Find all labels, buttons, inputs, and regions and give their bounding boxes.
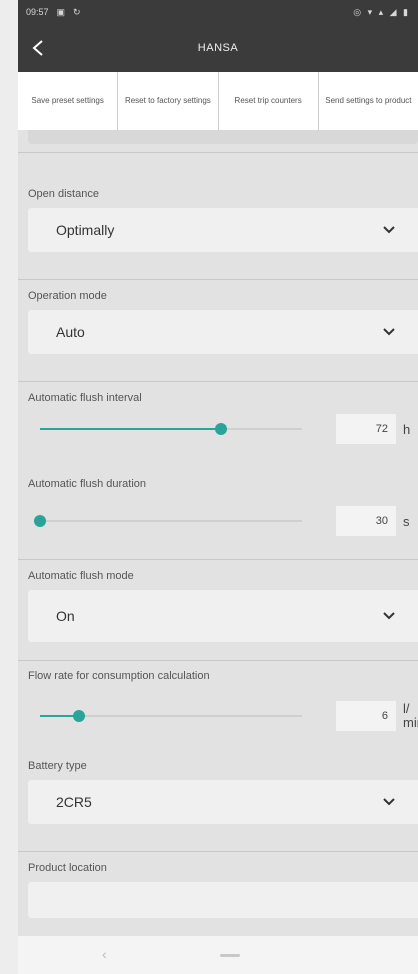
battery-type-value: 2CR5	[56, 794, 92, 810]
send-settings-button[interactable]: Send settings to product	[319, 72, 418, 130]
open-distance-value: Optimally	[56, 222, 115, 238]
battery-type-section: Battery type 2CR5	[18, 760, 418, 824]
flush-interval-input[interactable]: 72	[336, 414, 396, 444]
flush-interval-label: Automatic flush interval	[28, 392, 142, 404]
flush-mode-section: Automatic flush mode On	[18, 570, 418, 642]
action-bar: Save preset settings Reset to factory se…	[18, 72, 418, 130]
divider	[18, 381, 418, 382]
battery-type-label: Battery type	[28, 760, 87, 772]
flow-rate-section: Flow rate for consumption calculation 6 …	[18, 670, 418, 736]
save-preset-button[interactable]: Save preset settings	[18, 72, 119, 130]
chevron-down-icon	[383, 226, 395, 234]
flush-duration-input[interactable]: 30	[336, 506, 396, 536]
open-distance-label: Open distance	[28, 188, 99, 200]
operation-mode-section: Operation mode Auto	[18, 290, 418, 354]
flow-rate-unit: l/ min	[403, 701, 418, 730]
battery-type-select[interactable]: 2CR5	[28, 780, 418, 824]
operation-mode-label: Operation mode	[28, 290, 107, 302]
status-time: 09:57	[26, 7, 49, 17]
product-location-input[interactable]	[28, 882, 418, 918]
flush-duration-label: Automatic flush duration	[28, 478, 147, 490]
chevron-down-icon	[383, 612, 395, 620]
chevron-down-icon	[383, 798, 395, 806]
divider	[18, 660, 418, 661]
chevron-down-icon	[383, 328, 395, 336]
gallery-icon: ▣	[56, 6, 66, 17]
flush-mode-label: Automatic flush mode	[28, 570, 134, 582]
divider	[18, 851, 418, 852]
system-nav-bar: ‹	[18, 936, 418, 974]
flush-duration-unit: s	[403, 514, 410, 529]
flush-interval-unit: h	[403, 422, 411, 437]
flow-rate-input[interactable]: 6	[336, 701, 396, 731]
flow-rate-row: 6 l/ min	[18, 696, 418, 736]
flow-rate-label: Flow rate for consumption calculation	[28, 670, 210, 682]
product-location-label: Product location	[28, 862, 107, 874]
back-button[interactable]	[18, 24, 58, 72]
flush-interval-section: Automatic flush interval 72 h	[18, 392, 418, 449]
nav-back-icon[interactable]: ‹	[102, 946, 107, 962]
reset-factory-button[interactable]: Reset to factory settings	[118, 72, 219, 130]
phone-screen: 09:57 ▣ ↻ ◎ ▾ ▴ ◢ ▮ HANSA Save preset se…	[18, 0, 418, 974]
divider	[18, 152, 418, 153]
slider-handle[interactable]	[214, 423, 227, 435]
open-distance-section: Open distance Optimally	[18, 188, 418, 252]
operation-mode-value: Auto	[56, 324, 85, 340]
flush-interval-row: 72 h	[18, 409, 418, 449]
reset-counters-button[interactable]: Reset trip counters	[219, 72, 319, 130]
nav-home-icon[interactable]	[220, 954, 240, 957]
divider	[18, 279, 418, 280]
flush-interval-slider[interactable]	[40, 423, 302, 435]
status-icons: ◎ ▾ ▴ ◢ ▮	[353, 6, 410, 17]
product-location-section: Product location	[18, 862, 418, 918]
flush-duration-slider[interactable]	[34, 515, 302, 527]
flush-mode-value: On	[56, 608, 75, 624]
divider	[18, 559, 418, 560]
page-title: HANSA	[197, 42, 239, 54]
slider-fill	[40, 428, 221, 430]
flow-rate-slider[interactable]	[40, 710, 302, 722]
operation-mode-select[interactable]: Auto	[28, 310, 418, 354]
slider-handle[interactable]	[73, 710, 86, 722]
slider-handle[interactable]	[34, 515, 46, 527]
status-bar: 09:57 ▣ ↻ ◎ ▾ ▴ ◢ ▮	[18, 0, 418, 24]
chevron-left-icon	[32, 40, 43, 56]
collapsed-card	[28, 130, 418, 144]
app-bar: HANSA	[18, 24, 418, 72]
sync-icon: ↻	[73, 6, 81, 17]
open-distance-select[interactable]: Optimally	[28, 208, 418, 252]
flush-mode-select[interactable]: On	[28, 590, 418, 642]
flush-duration-row: 30 s	[18, 501, 418, 541]
flush-duration-section: Automatic flush duration 30 s	[18, 478, 418, 541]
